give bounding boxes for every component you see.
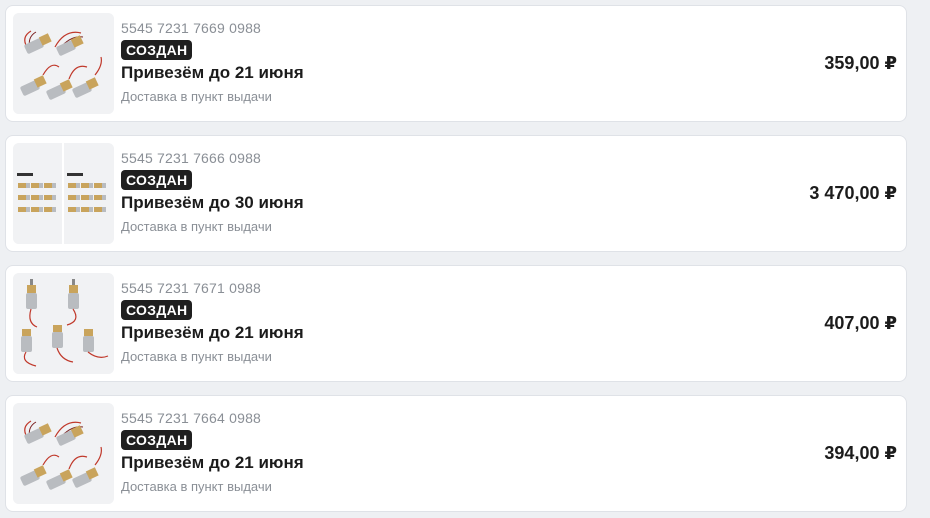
order-number: 5545 7231 7669 0988 <box>121 20 262 36</box>
delivery-date: Привезём до 21 июня <box>121 453 304 472</box>
delivery-date: Привезём до 30 июня <box>121 193 304 212</box>
order-price: 3 470,00 ₽ <box>809 183 897 203</box>
order-card[interactable]: 5545 7231 7664 0988 СОЗДАН Привезём до 2… <box>5 395 907 512</box>
vertical-gear-motor-image <box>13 273 114 374</box>
order-card[interactable]: 5545 7231 7669 0988 СОЗДАН Привезём до 2… <box>5 5 907 122</box>
delivery-method: Доставка в пункт выдачи <box>121 219 272 234</box>
status-badge: СОЗДАН <box>121 40 193 60</box>
order-number: 5545 7231 7664 0988 <box>121 410 262 426</box>
delivery-method: Доставка в пункт выдачи <box>121 89 272 104</box>
orders-list: 5545 7231 7669 0988 СОЗДАН Привезём до 2… <box>0 0 930 518</box>
delivery-method: Доставка в пункт выдачи <box>121 349 272 364</box>
order-price: 359,00 ₽ <box>824 53 897 73</box>
order-card[interactable]: 5545 7231 7671 0988 СОЗДАН Привезём до 2… <box>5 265 907 382</box>
delivery-method: Доставка в пункт выдачи <box>121 479 272 494</box>
status-badge: СОЗДАН <box>121 170 193 190</box>
gear-motor-grid-image <box>13 143 114 244</box>
status-badge: СОЗДАН <box>121 300 193 320</box>
order-card[interactable]: 5545 7231 7666 0988 СОЗДАН Привезём до 3… <box>5 135 907 252</box>
delivery-date: Привезём до 21 июня <box>121 323 304 342</box>
order-number: 5545 7231 7671 0988 <box>121 280 262 296</box>
order-number: 5545 7231 7666 0988 <box>121 150 262 166</box>
order-price: 394,00 ₽ <box>824 443 897 463</box>
order-price: 407,00 ₽ <box>824 313 897 333</box>
gear-motor-with-wires-image <box>13 13 114 114</box>
gear-motor-with-wires-image <box>13 403 114 504</box>
status-badge: СОЗДАН <box>121 430 193 450</box>
delivery-date: Привезём до 21 июня <box>121 63 304 82</box>
